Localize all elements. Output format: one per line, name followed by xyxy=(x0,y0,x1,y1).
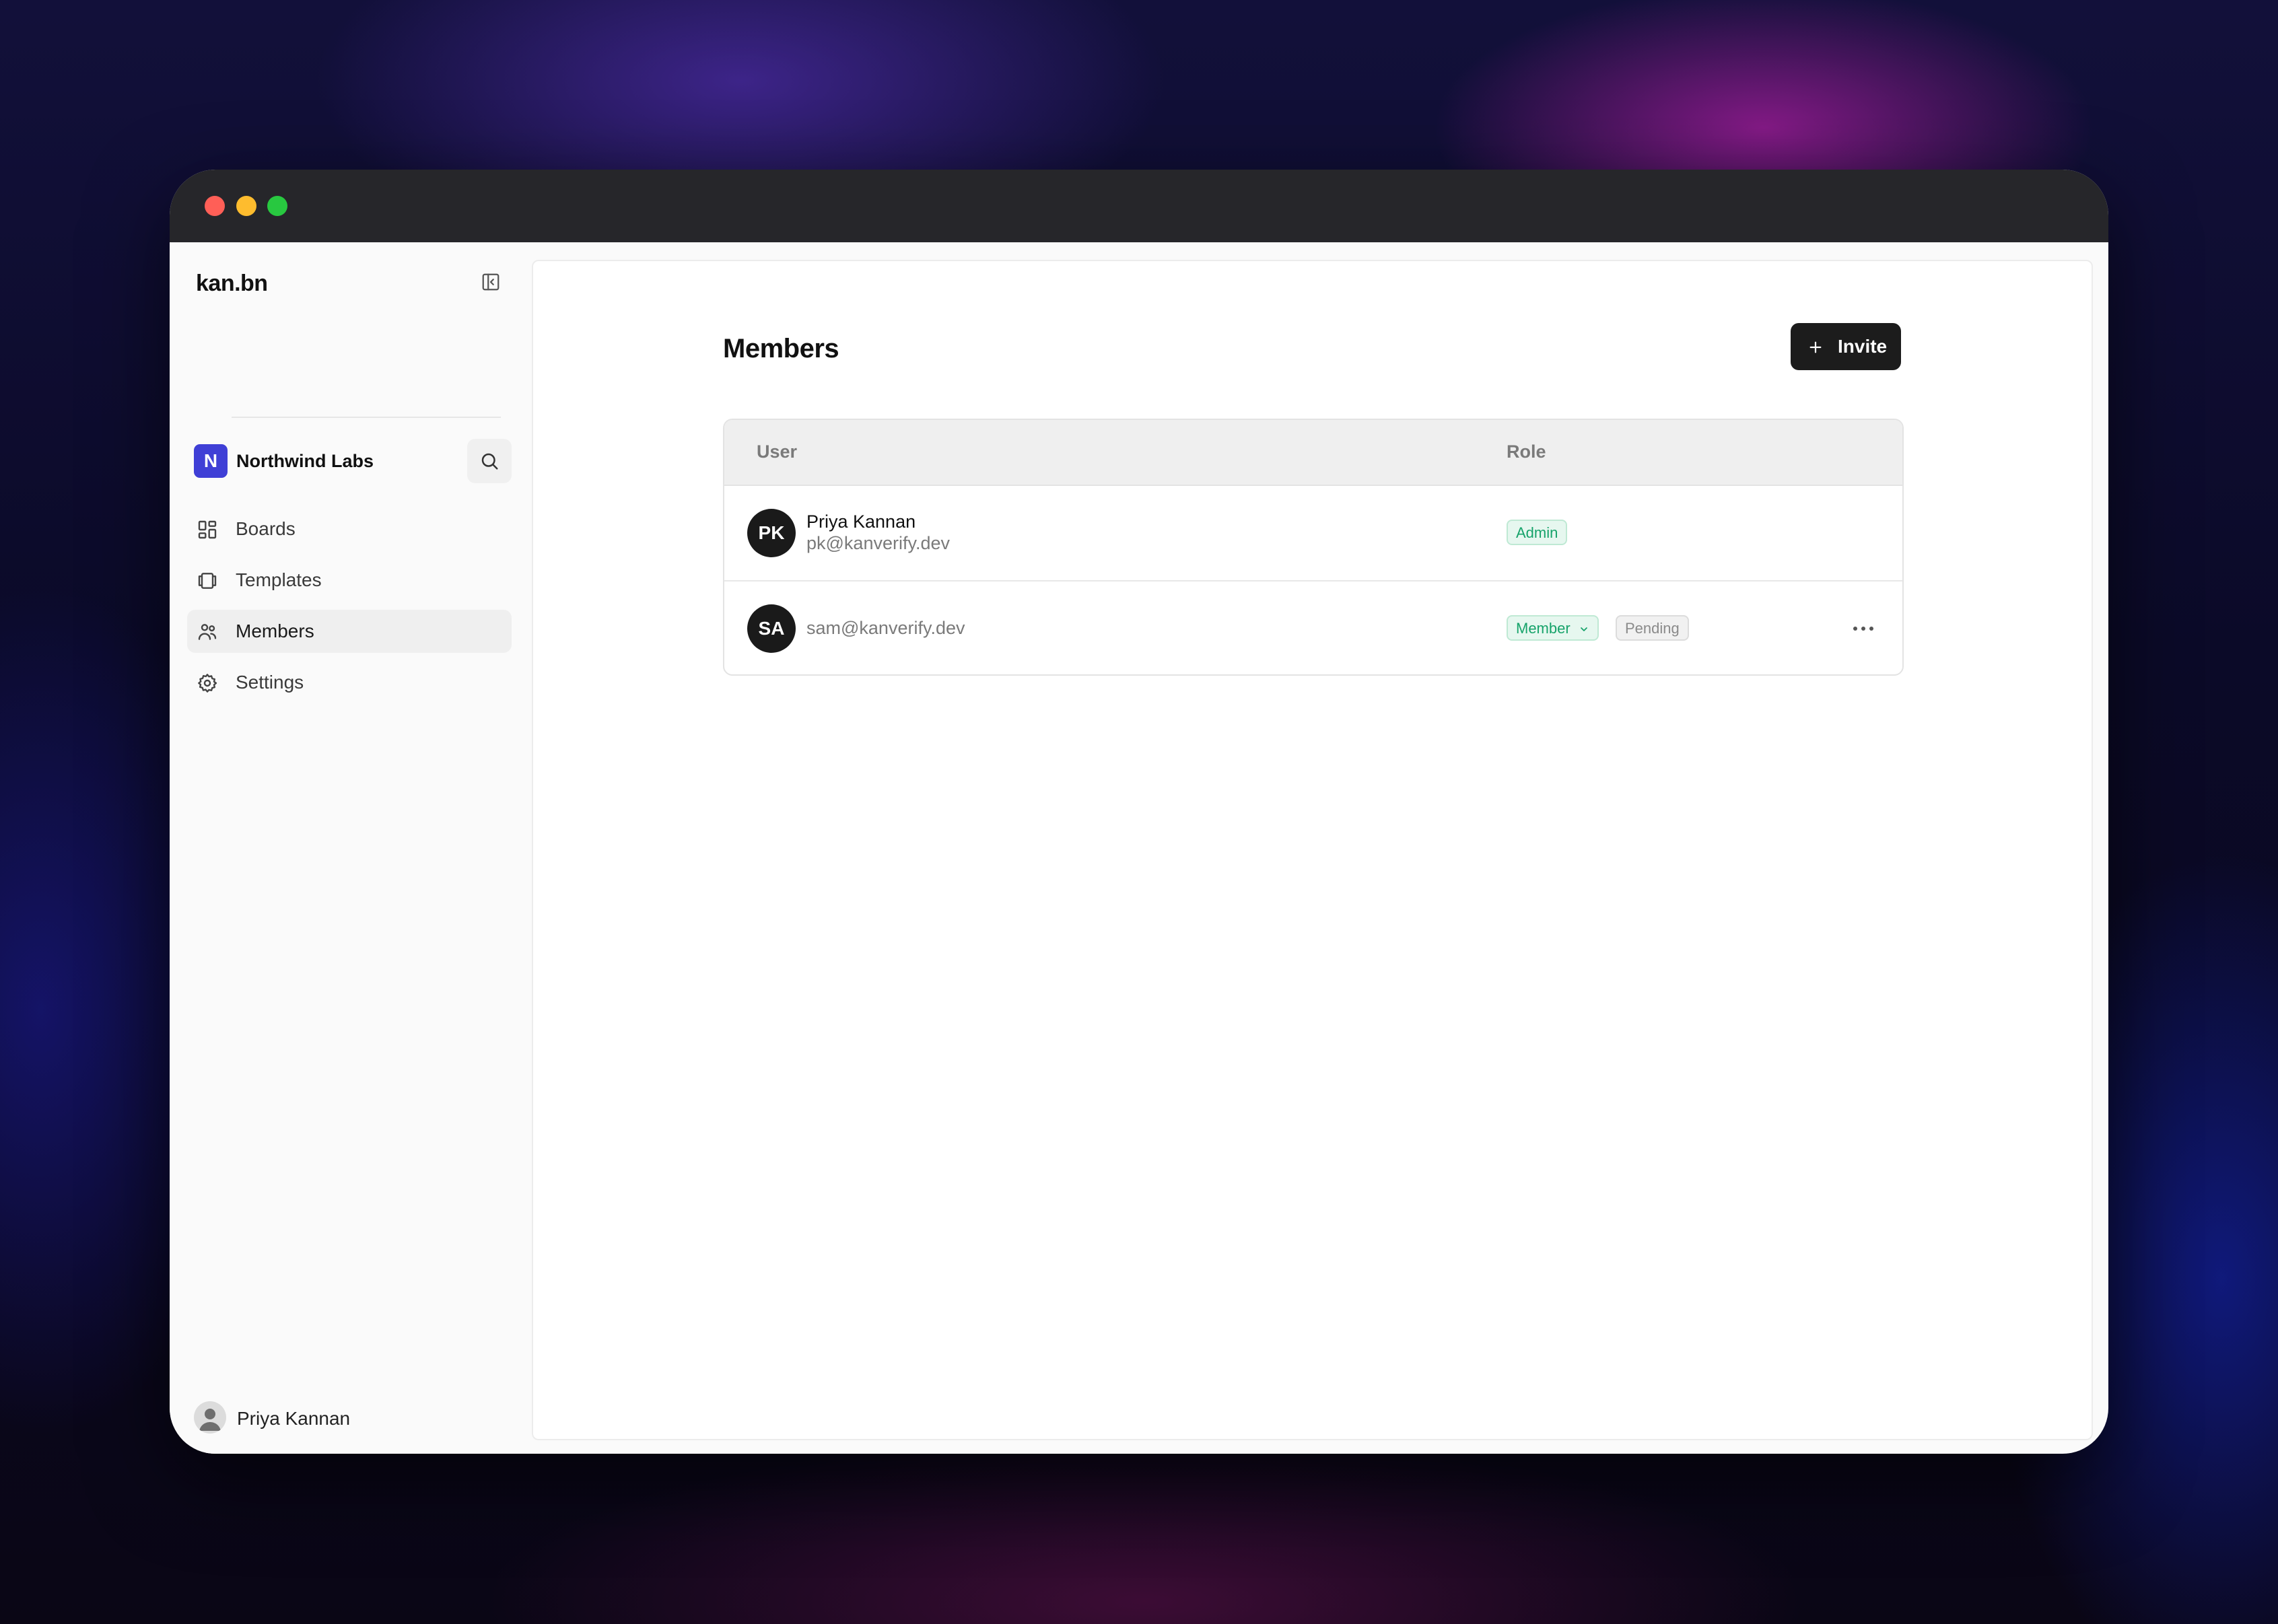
column-header-role: Role xyxy=(1507,442,1546,462)
page-title: Members xyxy=(723,334,839,363)
table-row: SA sam@kanverify.dev Member Pending xyxy=(724,581,1902,674)
search-icon xyxy=(481,453,498,470)
sidebar-item-label: Settings xyxy=(236,672,304,693)
app-window: kan.bn N Northwind Labs Boards Templates xyxy=(170,170,2108,1454)
workspace-name[interactable]: Northwind Labs xyxy=(236,451,374,472)
role-badge: Admin xyxy=(1507,520,1568,545)
chevron-down-icon xyxy=(1580,627,1587,632)
more-horizontal-icon xyxy=(1853,627,1873,631)
member-avatar: PK xyxy=(747,509,796,557)
sidebar-item-label: Members xyxy=(236,621,314,641)
member-email: pk@kanverify.dev xyxy=(806,533,950,553)
user-avatar-icon xyxy=(194,1401,226,1434)
workspace-avatar[interactable]: N xyxy=(194,444,228,478)
users-icon xyxy=(198,624,217,640)
sidebar-item-members[interactable]: Members xyxy=(187,610,512,653)
user-name: Priya Kannan xyxy=(237,1408,351,1429)
main-content: Members Invite User Role PK Priya Kannan… xyxy=(532,260,2093,1440)
sidebar-collapse-icon xyxy=(482,273,499,291)
sidebar-item-boards[interactable]: Boards xyxy=(187,507,512,551)
minimize-window-button[interactable] xyxy=(236,196,256,216)
templates-icon xyxy=(198,573,217,589)
current-user[interactable]: Priya Kannan xyxy=(194,1401,463,1439)
row-actions-button[interactable] xyxy=(1849,615,1878,642)
members-table: User Role PK Priya Kannan pk@kanverify.d… xyxy=(723,419,1904,676)
title-bar xyxy=(170,170,2108,242)
grid-icon xyxy=(198,520,217,539)
status-badge: Pending xyxy=(1616,615,1689,641)
plus-icon xyxy=(1809,341,1822,353)
column-header-user: User xyxy=(757,442,798,462)
table-row: PK Priya Kannan pk@kanverify.dev Admin xyxy=(724,486,1902,581)
invite-button[interactable]: Invite xyxy=(1791,323,1901,370)
maximize-window-button[interactable] xyxy=(267,196,287,216)
sidebar-item-label: Templates xyxy=(236,569,322,590)
table-header: User Role xyxy=(724,420,1902,486)
gear-icon xyxy=(198,674,217,693)
member-email: sam@kanverify.dev xyxy=(806,618,965,638)
member-name: Priya Kannan xyxy=(806,511,916,532)
role-dropdown[interactable]: Member xyxy=(1507,615,1599,641)
collapse-sidebar-button[interactable] xyxy=(481,272,501,292)
sidebar: kan.bn N Northwind Labs Boards Templates xyxy=(170,242,528,1454)
role-dropdown-label: Member xyxy=(1516,620,1571,637)
invite-button-label: Invite xyxy=(1838,336,1888,357)
sidebar-item-label: Boards xyxy=(236,518,296,539)
sidebar-item-settings[interactable]: Settings xyxy=(187,661,512,704)
sidebar-divider xyxy=(232,417,501,418)
member-avatar: SA xyxy=(747,604,796,653)
brand-logo: kan.bn xyxy=(196,271,268,296)
close-window-button[interactable] xyxy=(205,196,225,216)
sidebar-item-templates[interactable]: Templates xyxy=(187,559,512,602)
search-button[interactable] xyxy=(467,439,512,483)
